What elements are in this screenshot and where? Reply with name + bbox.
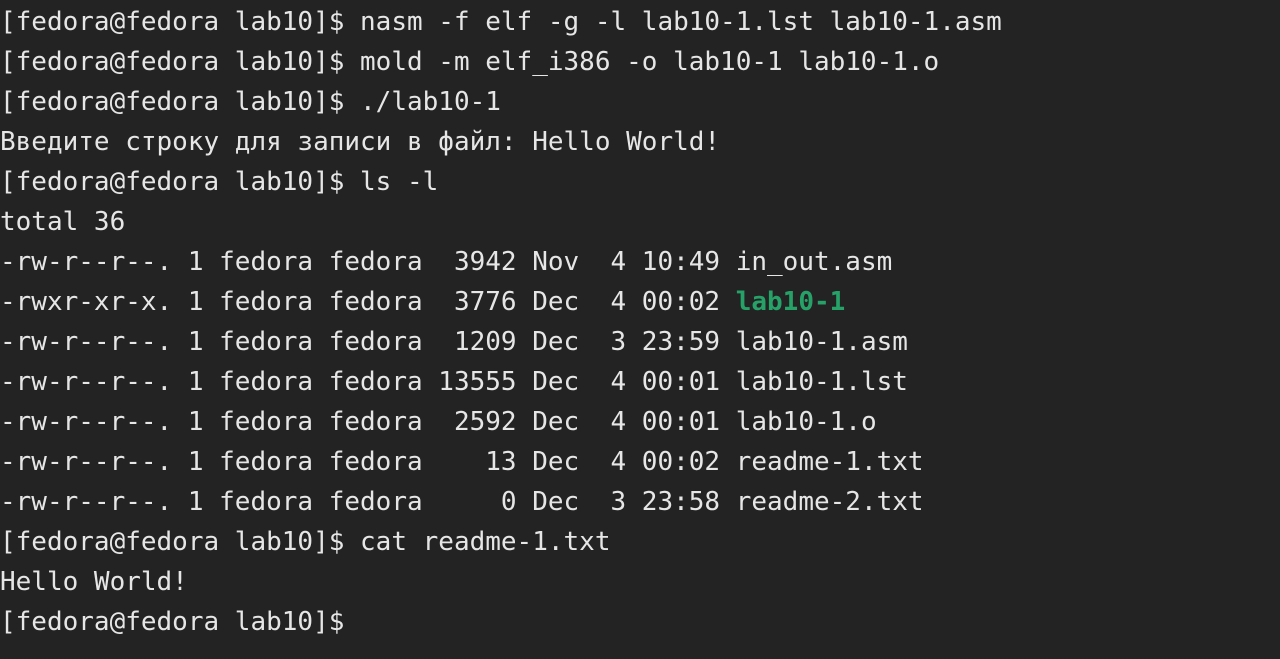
file-meta: -rw-r--r--. 1 fedora fedora 1209 Dec 3 2… (0, 327, 736, 357)
command-line: [fedora@fedora lab10]$ cat readme-1.txt (0, 527, 611, 557)
file-meta: -rwxr-xr-x. 1 fedora fedora 3776 Dec 4 0… (0, 287, 736, 317)
command-line: [fedora@fedora lab10]$ ls -l (0, 167, 439, 197)
listing-row: -rw-r--r--. 1 fedora fedora 0 Dec 3 23:5… (0, 482, 1280, 522)
file-name: readme-2.txt (735, 487, 924, 517)
file-meta: -rw-r--r--. 1 fedora fedora 3942 Nov 4 1… (0, 247, 736, 277)
file-name: lab10-1.lst (735, 367, 908, 397)
listing-row: -rw-r--r--. 1 fedora fedora 1209 Dec 3 2… (0, 322, 1280, 362)
file-name: lab10-1.o (735, 407, 877, 437)
listing-total: total 36 (0, 207, 126, 237)
listing-row: -rwxr-xr-x. 1 fedora fedora 3776 Dec 4 0… (0, 282, 1280, 322)
executable-file-name: lab10-1 (735, 287, 846, 317)
command-line: [fedora@fedora lab10]$ ./lab10-1 (0, 87, 501, 117)
file-name: in_out.asm (735, 247, 893, 277)
terminal-window[interactable]: [fedora@fedora lab10]$ nasm -f elf -g -l… (0, 0, 1280, 659)
shell-prompt: [fedora@fedora lab10]$ (0, 607, 345, 637)
file-meta: -rw-r--r--. 1 fedora fedora 0 Dec 3 23:5… (0, 487, 736, 517)
listing-row: -rw-r--r--. 1 fedora fedora 3942 Nov 4 1… (0, 242, 1280, 282)
program-output: Введите строку для записи в файл: Hello … (0, 127, 721, 157)
file-name: readme-1.txt (735, 447, 924, 477)
file-meta: -rw-r--r--. 1 fedora fedora 13555 Dec 4 … (0, 367, 736, 397)
file-name: lab10-1.asm (735, 327, 908, 357)
program-output: Hello World! (0, 567, 188, 597)
listing-row: -rw-r--r--. 1 fedora fedora 2592 Dec 4 0… (0, 402, 1280, 442)
active-prompt-line[interactable]: [fedora@fedora lab10]$ (0, 602, 1280, 642)
command-line: [fedora@fedora lab10]$ mold -m elf_i386 … (0, 47, 940, 77)
listing-row: -rw-r--r--. 1 fedora fedora 13555 Dec 4 … (0, 362, 1280, 402)
listing-row: -rw-r--r--. 1 fedora fedora 13 Dec 4 00:… (0, 442, 1280, 482)
file-meta: -rw-r--r--. 1 fedora fedora 13 Dec 4 00:… (0, 447, 736, 477)
file-meta: -rw-r--r--. 1 fedora fedora 2592 Dec 4 0… (0, 407, 736, 437)
command-line: [fedora@fedora lab10]$ nasm -f elf -g -l… (0, 7, 1002, 37)
